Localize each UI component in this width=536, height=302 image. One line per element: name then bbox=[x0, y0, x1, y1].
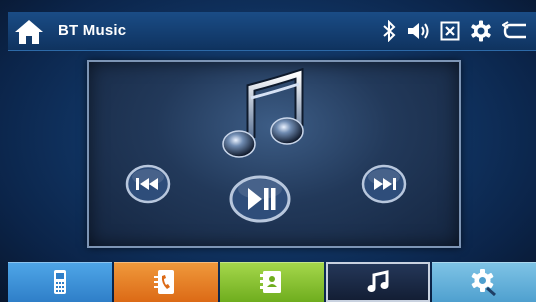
settings-gear-icon[interactable] bbox=[470, 20, 492, 42]
bottom-dock bbox=[8, 262, 536, 302]
previous-track-button[interactable] bbox=[125, 164, 171, 204]
dock-music-button[interactable] bbox=[326, 262, 430, 302]
dock-contacts-button[interactable] bbox=[220, 262, 324, 302]
volume-icon[interactable] bbox=[406, 20, 430, 42]
dock-phone-button[interactable] bbox=[8, 262, 112, 302]
contacts-icon bbox=[260, 271, 281, 293]
next-track-button[interactable] bbox=[361, 164, 407, 204]
music-note-icon bbox=[222, 68, 304, 158]
page-title: BT Music bbox=[58, 22, 127, 39]
back-icon[interactable] bbox=[502, 21, 528, 41]
screen: BT Music bbox=[0, 0, 536, 302]
close-box-icon[interactable] bbox=[440, 21, 460, 41]
previous-track-icon bbox=[125, 164, 171, 204]
status-icons bbox=[382, 18, 528, 44]
player-panel bbox=[87, 60, 461, 248]
bluetooth-icon bbox=[383, 20, 396, 42]
play-pause-icon bbox=[229, 175, 291, 223]
play-pause-button[interactable] bbox=[228, 174, 292, 224]
top-bar: BT Music bbox=[8, 12, 536, 51]
music-note-icon bbox=[367, 270, 389, 292]
call-log-icon bbox=[154, 270, 174, 294]
home-icon[interactable] bbox=[14, 19, 44, 45]
dock-settings-button[interactable] bbox=[432, 262, 536, 302]
phone-icon bbox=[54, 270, 66, 294]
dock-call-log-button[interactable] bbox=[114, 262, 218, 302]
settings-gear-icon bbox=[471, 269, 496, 296]
next-track-icon bbox=[361, 164, 407, 204]
